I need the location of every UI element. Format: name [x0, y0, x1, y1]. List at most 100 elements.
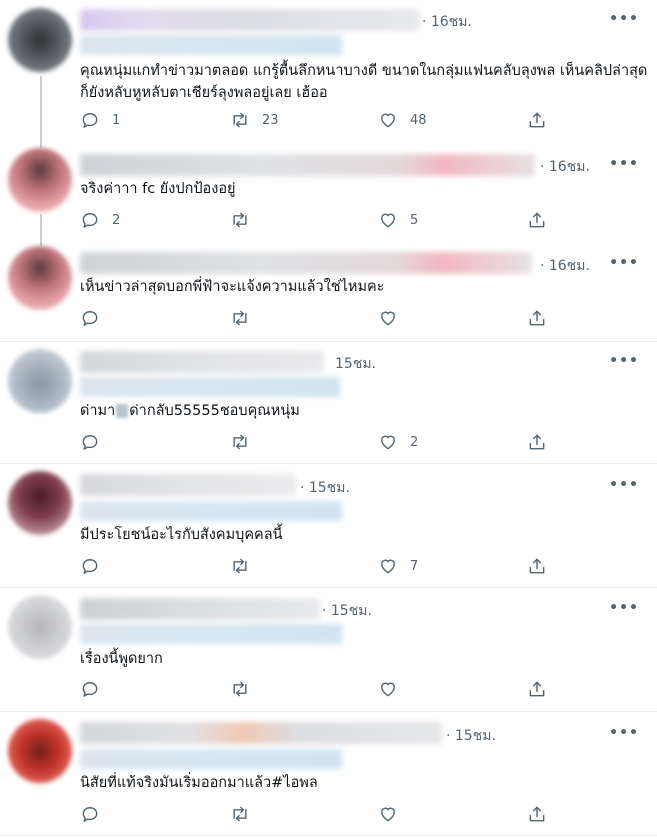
reply-icon	[82, 311, 98, 326]
avatar[interactable]	[8, 349, 72, 413]
tweet-text: เรื่องนี้พูดยาก	[80, 651, 163, 667]
like-button[interactable]: 7	[378, 554, 418, 578]
tweet-text: เห็นข่าวล่าสุดบอกพี่ฟ้าจะแจ้งความแล้วใช่…	[80, 279, 385, 295]
tweet-actions	[80, 306, 560, 330]
share-icon	[529, 310, 545, 326]
like-button[interactable]: 5	[378, 208, 418, 232]
reply-button[interactable]	[80, 306, 100, 330]
heart-icon	[381, 559, 395, 574]
reply-icon	[82, 559, 98, 574]
tweet-actions: 2	[80, 430, 560, 454]
avatar[interactable]	[8, 719, 72, 783]
share-button[interactable]	[527, 306, 547, 330]
share-button[interactable]	[527, 430, 547, 454]
like-button[interactable]: 2	[378, 430, 418, 454]
avatar[interactable]	[8, 595, 72, 659]
retweet-button[interactable]	[230, 208, 262, 232]
reply-icon	[82, 807, 98, 822]
tweet-text: จริงค่าาา fc ยังปกป้องอยู่	[80, 181, 236, 197]
author-name-redacted	[80, 598, 320, 620]
tweet-time[interactable]: · 16ชม.	[540, 156, 590, 178]
share-icon	[529, 434, 545, 450]
tweet-actions	[80, 802, 560, 826]
retweet-button[interactable]: 23	[230, 108, 279, 132]
reply-button[interactable]: 2	[80, 208, 120, 232]
retweet-icon	[233, 112, 247, 128]
reply-button[interactable]	[80, 802, 100, 826]
heart-icon	[381, 682, 395, 697]
tweet-text: คุณหนุ่มแกทำข่าวมาตลอด แกรู้ตื้นลึกหนาบา…	[80, 63, 648, 101]
more-icon[interactable]: •••	[609, 156, 639, 172]
retweet-icon	[233, 806, 247, 822]
author-name-redacted	[80, 9, 420, 31]
more-icon[interactable]: •••	[609, 600, 639, 616]
retweet-icon	[233, 681, 247, 697]
handle-redacted	[80, 624, 342, 644]
retweet-button[interactable]	[230, 306, 250, 330]
divider	[0, 463, 657, 464]
reply-feed: · 16ชม. ••• คุณหนุ่มแกทำข่าวมาตลอด แกรู้…	[0, 0, 657, 837]
reply-button[interactable]	[80, 677, 100, 701]
share-icon	[529, 558, 545, 574]
tweet-time[interactable]: · 16ชม.	[540, 255, 590, 277]
like-count: 48	[410, 112, 427, 128]
tweet-actions	[80, 677, 560, 701]
reply-icon	[82, 213, 98, 228]
more-icon[interactable]: •••	[609, 353, 639, 369]
reply-button[interactable]	[80, 554, 100, 578]
tweet-time[interactable]: · 15ชม.	[446, 725, 496, 747]
like-button[interactable]	[378, 677, 398, 701]
author-name-redacted	[80, 474, 296, 496]
tweet-actions: 2 5	[80, 208, 560, 232]
retweet-button[interactable]	[230, 677, 250, 701]
author-name-redacted	[80, 351, 324, 373]
more-icon[interactable]: •••	[609, 477, 639, 493]
reply-button[interactable]: 1	[80, 108, 120, 132]
handle-redacted	[80, 501, 342, 521]
more-icon[interactable]: •••	[609, 255, 639, 271]
handle-redacted	[80, 377, 340, 397]
share-icon	[529, 681, 545, 697]
reply-button[interactable]	[80, 430, 100, 454]
reply-icon	[82, 682, 98, 697]
avatar[interactable]	[8, 8, 72, 72]
like-button[interactable]	[378, 802, 398, 826]
thread-line	[40, 76, 42, 148]
share-button[interactable]	[527, 802, 547, 826]
tweet-time[interactable]: · 15ชม.	[322, 600, 372, 622]
like-count: 2	[410, 434, 419, 450]
like-count: 5	[410, 212, 419, 228]
divider	[0, 587, 657, 588]
retweet-icon	[233, 310, 247, 326]
tweet-text-part: ด่ามา	[80, 403, 116, 419]
share-button[interactable]	[527, 108, 547, 132]
reply-count: 1	[112, 112, 121, 128]
retweet-icon	[233, 434, 247, 450]
reply-count: 2	[112, 212, 121, 228]
handle-redacted	[80, 749, 342, 769]
heart-icon	[381, 113, 395, 128]
share-button[interactable]	[527, 208, 547, 232]
author-name-redacted	[80, 154, 535, 176]
tweet-text: ด่ามา ด่ากลับ55555ชอบคุณหนุ่ม	[80, 400, 650, 422]
share-button[interactable]	[527, 554, 547, 578]
share-button[interactable]	[527, 677, 547, 701]
retweet-button[interactable]	[230, 554, 250, 578]
like-button[interactable]	[378, 306, 398, 330]
tweet-time[interactable]: · 16ชม.	[422, 11, 472, 33]
avatar[interactable]	[8, 246, 72, 310]
tweet-time[interactable]: · 15ชม.	[300, 477, 350, 499]
more-icon[interactable]: •••	[609, 725, 639, 741]
retweet-button[interactable]	[230, 802, 250, 826]
like-button[interactable]: 48	[378, 108, 427, 132]
avatar[interactable]	[8, 471, 72, 535]
avatar[interactable]	[8, 148, 72, 212]
retweet-icon	[233, 558, 247, 574]
more-icon[interactable]: •••	[609, 11, 639, 27]
redacted-word	[116, 404, 129, 418]
tweet-time[interactable]: 15ชม.	[335, 353, 376, 375]
retweet-button[interactable]	[230, 430, 250, 454]
tweet-text: มีประโยชน์อะไรกับสังคมบุคคลนี้	[80, 527, 283, 543]
reply-icon	[82, 113, 98, 128]
reply-icon	[82, 435, 98, 450]
